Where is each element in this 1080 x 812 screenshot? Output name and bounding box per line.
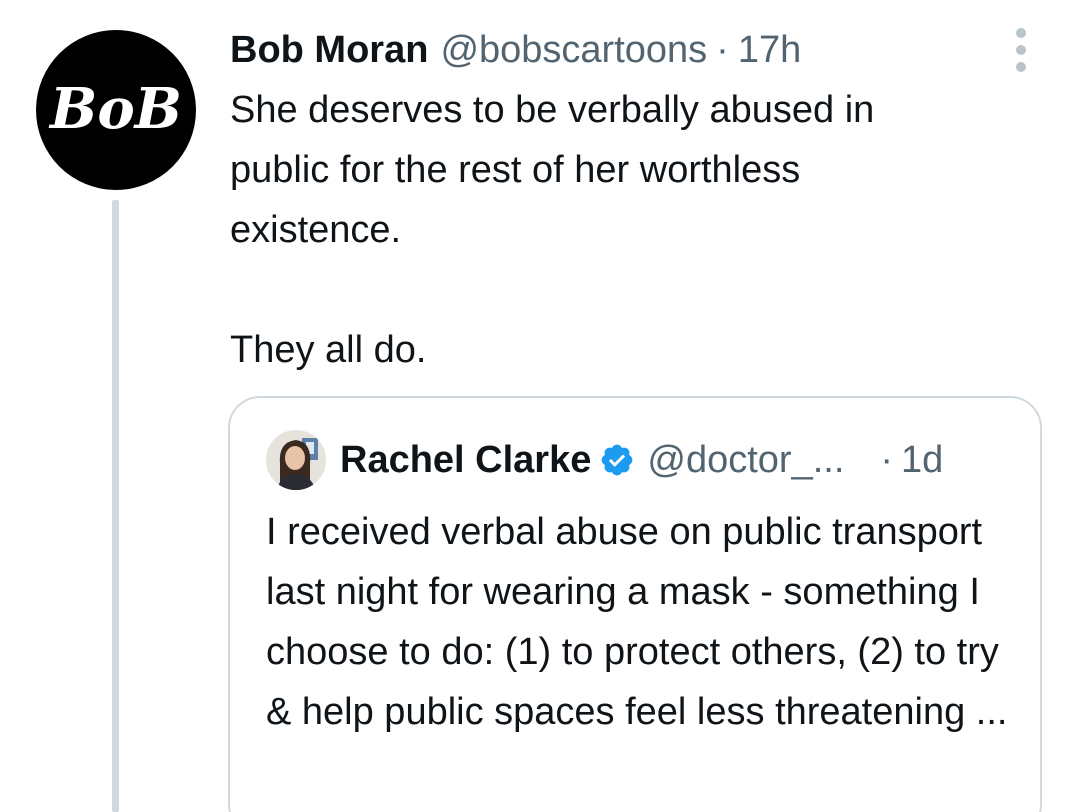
svg-text:BoB: BoB <box>48 76 182 142</box>
author-handle[interactable]: @bobscartoons <box>440 24 707 76</box>
quoted-tweet-card[interactable]: Rachel Clarke @doctor_... · 1d I receive… <box>228 396 1042 812</box>
author-avatar[interactable]: BoB <box>36 30 196 190</box>
quoted-separator-dot: · <box>880 438 894 481</box>
quoted-author-name[interactable]: Rachel Clarke <box>340 439 591 482</box>
more-options-icon[interactable] <box>1010 28 1032 72</box>
quoted-author-handle[interactable]: @doctor_... <box>647 439 844 482</box>
quoted-tweet-header: Rachel Clarke @doctor_... · 1d <box>266 430 1026 490</box>
tweet-timestamp[interactable]: 17h <box>738 24 801 76</box>
bob-logo-icon: BoB <box>48 76 182 142</box>
portrait-icon <box>266 430 326 490</box>
tweet-text: She deserves to be verbally abused in pu… <box>230 89 875 371</box>
thread-line <box>112 200 119 812</box>
quoted-tweet-timestamp[interactable]: 1d <box>901 439 943 482</box>
author-name[interactable]: Bob Moran <box>230 24 428 76</box>
quoted-tweet-text: I received verbal abuse on public transp… <box>266 511 1008 733</box>
quoted-author-avatar <box>266 430 326 490</box>
tweet-header: Bob Moran @bobscartoons · 17h <box>230 24 801 76</box>
verified-badge-icon <box>602 444 633 476</box>
separator-dot: · <box>716 29 729 71</box>
tweet[interactable]: BoB Bob Moran @bobscartoons · 17h She de… <box>0 0 1080 812</box>
